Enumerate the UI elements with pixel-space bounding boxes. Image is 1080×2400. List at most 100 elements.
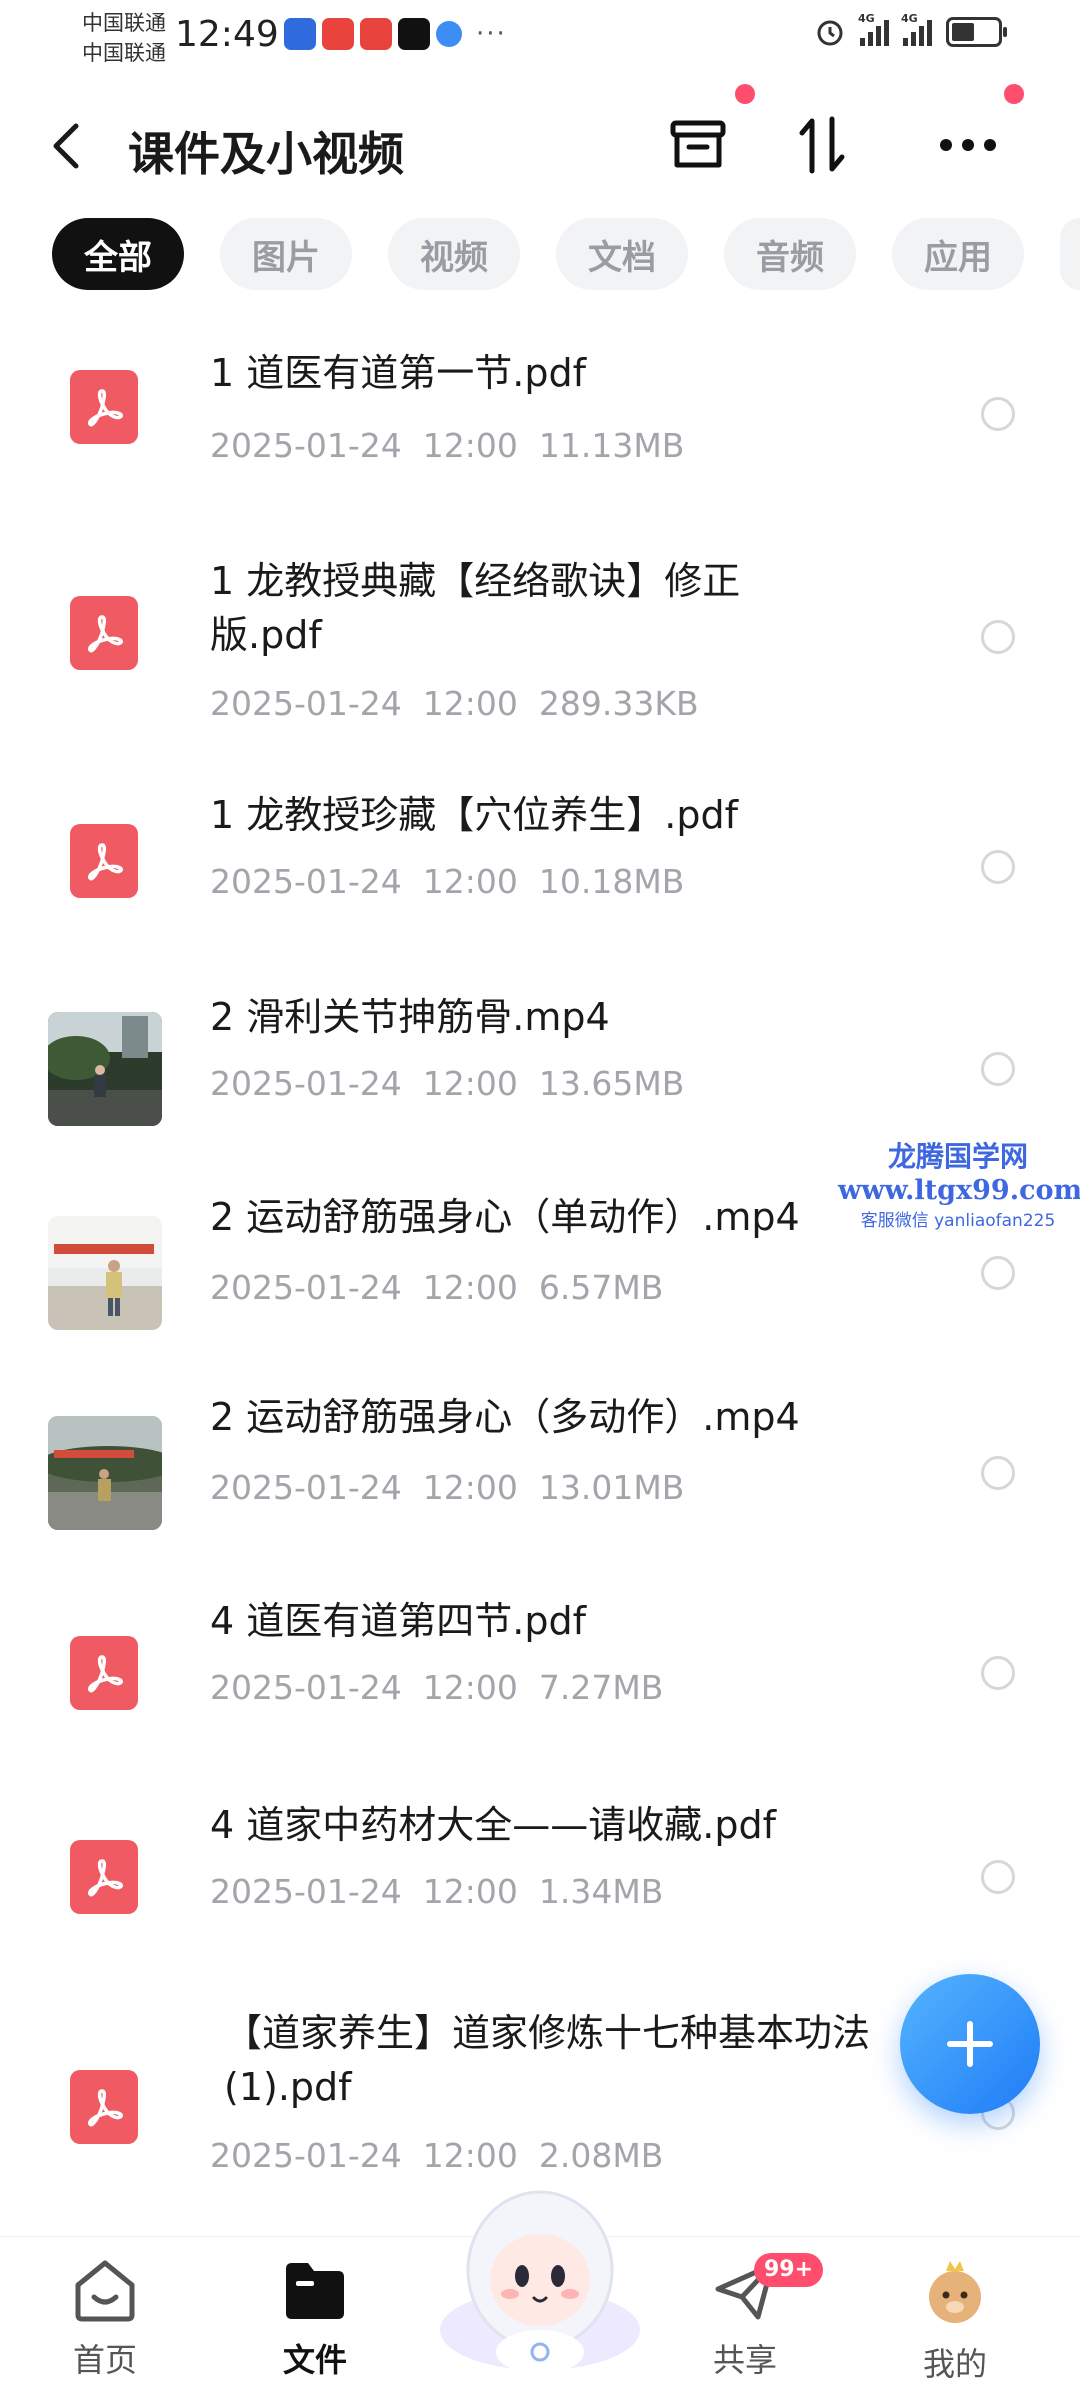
file-item[interactable]: 4 道家中药材大全——请收藏.pdf 2025-01-24 12:00 1.34… [0,1802,1080,2006]
file-item[interactable]: 1 龙教授珍藏【穴位养生】.pdf 2025-01-24 12:00 10.18… [0,782,1080,986]
pdf-file-icon [70,824,138,898]
archive-button[interactable] [663,110,733,180]
file-size: 7.27MB [538,1668,664,1707]
acrobat-icon [88,2089,123,2127]
file-time: 12:00 [422,1268,518,1307]
file-meta: 2025-01-24 12:00 10.18MB [210,862,684,901]
more-options-button[interactable] [933,110,1003,180]
nav-me[interactable]: 我的 [880,2257,1030,2385]
file-name: 1 龙教授典藏【经络歌诀】修正版.pdf [210,559,741,657]
pdf-file-icon [70,1636,138,1710]
file-date: 2025-01-24 [210,1268,402,1307]
back-button[interactable] [48,120,84,181]
file-name: 2 滑利关节抻筋骨.mp4 [210,995,610,1039]
file-item[interactable]: 1 道医有道第一节.pdf 2025-01-24 12:00 11.13MB [0,322,1080,526]
signal-icon: 4G [901,12,932,46]
battery-icon [946,17,1007,47]
app-header: 课件及小视频 [0,84,1080,190]
sort-button[interactable] [787,110,857,180]
file-meta: 2025-01-24 12:00 13.01MB [210,1468,684,1507]
folder-icon [286,2263,344,2319]
acrobat-icon [88,1859,123,1897]
video-thumbnail-image [48,1012,162,1126]
file-size: 10.18MB [538,862,685,901]
watermark-contact: 客服微信 yanliaofan225 [860,1211,1056,1231]
file-item[interactable]: 1 龙教授典藏【经络歌诀】修正版.pdf 2025-01-24 12:00 28… [0,526,1080,782]
carrier-2: 中国联通 [82,41,166,65]
tab-images[interactable]: 图片 [220,218,352,290]
file-date: 2025-01-24 [210,1064,402,1103]
file-size: 1.34MB [538,1872,664,1911]
file-time: 12:00 [422,1468,518,1507]
select-checkbox[interactable] [981,1656,1015,1690]
tab-videos[interactable]: 视频 [388,218,520,290]
watermark-url: www.ltgx99.com [838,1175,1080,1206]
select-checkbox[interactable] [981,397,1015,431]
acrobat-icon [88,389,123,427]
file-meta: 2025-01-24 12:00 1.34MB [210,1872,663,1911]
watermark: 龙腾国学网 www.ltgx99.com 客服微信 yanliaofan225 [838,1135,1080,1231]
file-meta: 2025-01-24 12:00 289.33KB [210,684,699,723]
file-name: 2 运动舒筋强身心（多动作）.mp4 [210,1395,800,1439]
avatar-icon [929,2261,981,2323]
file-time: 12:00 [422,1668,518,1707]
select-checkbox[interactable] [981,1860,1015,1894]
notification-dot [735,84,755,104]
tiktok-notification-icon [398,18,430,50]
share-badge: 99+ [754,2253,824,2287]
acrobat-icon [88,1655,123,1693]
assistant-mascot-button[interactable] [430,2160,650,2380]
tab-audio[interactable]: 音频 [724,218,856,290]
signal-icon: 4G [858,12,889,46]
file-size: 13.65MB [538,1064,685,1103]
file-size: 289.33KB [538,684,699,723]
file-item[interactable]: 2 运动舒筋强身心（多动作）.mp4 2025-01-24 12:00 13.0… [0,1394,1080,1598]
file-time: 12:00 [422,426,518,465]
file-date: 2025-01-24 [210,1668,402,1707]
file-name: 【道家养生】道家修炼十七种基本功法 (1).pdf [224,2011,871,2109]
select-checkbox[interactable] [981,1456,1015,1490]
file-date: 2025-01-24 [210,1872,402,1911]
alarm-icon [817,20,843,46]
system-indicators: 4G 4G [814,12,1007,48]
file-meta: 2025-01-24 12:00 6.57MB [210,1268,663,1307]
tab-documents[interactable]: 文档 [556,218,688,290]
chevron-left-icon [53,123,79,169]
file-date: 2025-01-24 [210,426,402,465]
tab-more[interactable] [1060,218,1080,290]
add-button[interactable] [900,1974,1040,2114]
file-time: 12:00 [422,1064,518,1103]
file-list: 1 道医有道第一节.pdf 2025-01-24 12:00 11.13MB 1… [0,322,1080,2246]
nav-share[interactable]: 99+ 共享 [670,2253,824,2381]
nav-files-label: 文件 [282,2341,347,2379]
select-checkbox[interactable] [981,620,1015,654]
select-checkbox[interactable] [981,1052,1015,1086]
plus-icon [947,2021,993,2067]
select-checkbox[interactable] [981,850,1015,884]
file-name: 1 道医有道第一节.pdf [210,351,586,395]
file-size: 6.57MB [538,1268,664,1307]
nav-home[interactable]: 首页 [30,2257,180,2381]
pdf-file-icon [70,596,138,670]
file-item[interactable]: 4 道医有道第四节.pdf 2025-01-24 12:00 7.27MB [0,1598,1080,1802]
tab-all[interactable]: 全部 [52,218,184,290]
file-meta: 2025-01-24 12:00 11.13MB [210,426,684,465]
sort-icon [799,116,845,174]
page-title: 课件及小视频 [128,127,404,181]
tab-apps[interactable]: 应用 [892,218,1024,290]
huawei-notification-icon [322,18,354,50]
file-date: 2025-01-24 [210,2136,402,2175]
file-time: 12:00 [422,862,518,901]
video-thumbnail-image [48,1216,162,1330]
notification-icons: ··· [284,18,507,50]
more-icon [940,139,996,151]
file-date: 2025-01-24 [210,684,402,723]
file-size: 11.13MB [538,426,685,465]
nav-files[interactable]: 文件 [240,2257,390,2381]
video-thumbnail [48,1216,162,1330]
network-type: 4G [901,12,918,25]
pdf-file-icon [70,1840,138,1914]
browser-notification-icon [436,21,462,47]
select-checkbox[interactable] [981,1256,1015,1290]
pdf-file-icon [70,2070,138,2144]
